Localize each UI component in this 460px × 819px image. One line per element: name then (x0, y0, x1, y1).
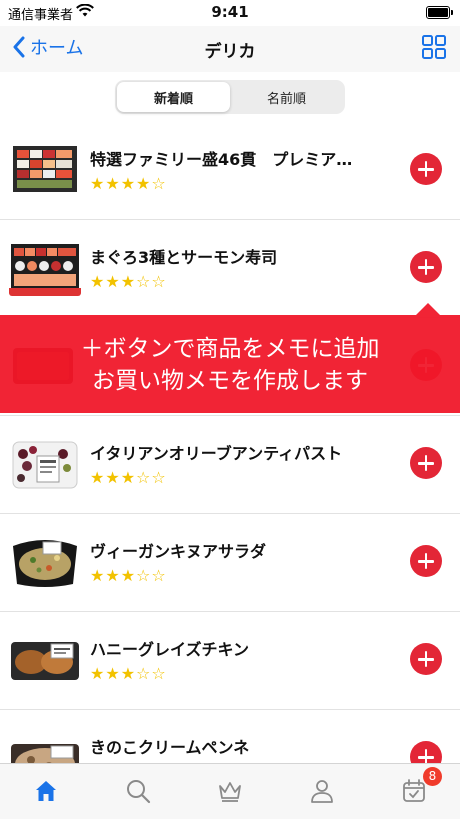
product-image (9, 142, 81, 198)
segment-newest[interactable]: 新着順 (117, 82, 230, 112)
tooltip-line-2: お買い物メモを作成します (92, 368, 368, 394)
status-time: 9:41 (211, 3, 249, 21)
navigation-bar: ホーム デリカ (0, 26, 460, 73)
list-item[interactable]: ハニーグレイズチキン ★★★☆☆ (0, 612, 460, 710)
rating-stars: ★★★☆☆ (90, 664, 167, 683)
add-to-memo-button[interactable] (410, 545, 442, 577)
tab-account[interactable] (276, 764, 368, 819)
rating-stars: ★★★☆☆ (90, 566, 167, 585)
sort-segmented-control: 新着順 名前順 (115, 80, 345, 114)
search-icon (127, 780, 151, 804)
home-icon (36, 781, 56, 801)
tab-bar: 8 (0, 763, 460, 819)
crown-icon (219, 782, 241, 802)
product-name: 特選ファミリー盛46貫 プレミア… (90, 150, 353, 169)
list-item[interactable]: まぐろ3種とサーモン寿司 ★★★☆☆ (0, 220, 460, 318)
rating-stars: ★★★☆☆ (90, 468, 167, 487)
tooltip-banner[interactable]: ＋ボタンで商品をメモに追加 お買い物メモを作成します (0, 303, 460, 413)
rating-stars: ★★★☆☆ (90, 272, 167, 291)
notification-badge: 8 (423, 767, 442, 786)
product-image (9, 632, 81, 688)
person-icon (311, 780, 333, 803)
product-name: ハニーグレイズチキン (90, 640, 250, 659)
product-name: まぐろ3種とサーモン寿司 (90, 248, 278, 267)
list-item[interactable]: イタリアンオリーブアンティパスト ★★★☆☆ (0, 416, 460, 514)
list-item[interactable]: 特選ファミリー盛46貫 プレミア… ★★★★☆ (0, 122, 460, 220)
add-to-memo-button[interactable] (410, 447, 442, 479)
status-bar: 通信事業者 9:41 (0, 0, 460, 26)
add-to-memo-button[interactable] (410, 251, 442, 283)
add-to-memo-button[interactable] (410, 643, 442, 675)
product-name: イタリアンオリーブアンティパスト (90, 444, 343, 463)
product-image (9, 436, 81, 492)
segment-name[interactable]: 名前順 (230, 82, 343, 112)
product-image (9, 534, 81, 590)
tab-search[interactable] (92, 764, 184, 819)
product-name: きのこクリームペンネ (90, 738, 250, 757)
rating-stars: ★★★★☆ (90, 174, 167, 193)
sort-area: 新着順 名前順 (0, 72, 460, 122)
battery-icon (426, 6, 453, 19)
tab-memo[interactable]: 8 (368, 764, 460, 819)
product-name: ヴィーガンキヌアサラダ (90, 542, 267, 561)
add-to-memo-button[interactable] (410, 153, 442, 185)
list-item[interactable]: ヴィーガンキヌアサラダ ★★★☆☆ (0, 514, 460, 612)
grid-view-icon[interactable] (422, 35, 446, 59)
tab-ranking[interactable] (184, 764, 276, 819)
calendar-icon (403, 779, 425, 802)
tab-home[interactable] (0, 764, 92, 819)
product-image (9, 240, 81, 296)
page-title: デリカ (204, 42, 256, 62)
product-list: 特選ファミリー盛46貫 プレミア… ★★★★☆ まぐろ3種とサーモン寿司 ★★★… (0, 122, 460, 808)
tooltip-arrow (416, 303, 440, 315)
tooltip-line-1: ＋ボタンで商品をメモに追加 (80, 336, 380, 362)
